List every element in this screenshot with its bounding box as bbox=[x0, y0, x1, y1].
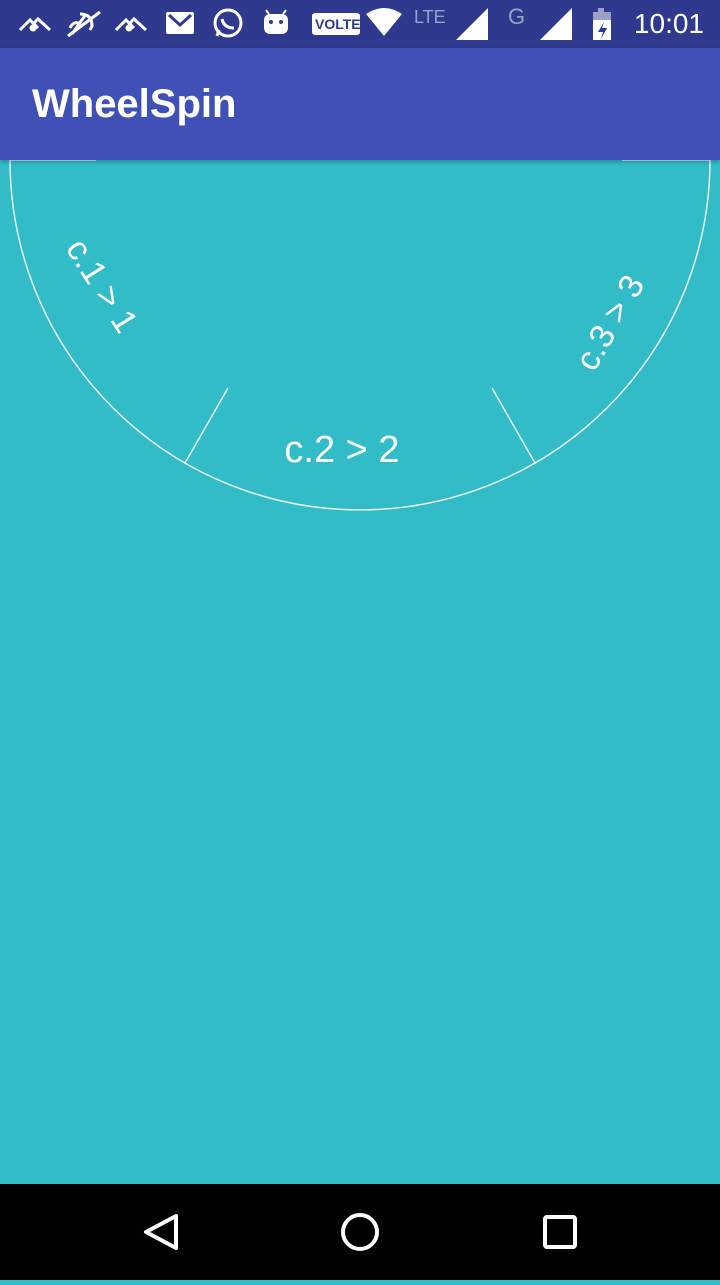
wifi-icon bbox=[366, 8, 402, 36]
no-location-icon bbox=[67, 10, 101, 38]
mountain-icon bbox=[18, 16, 52, 32]
spin-wheel[interactable]: c.1 > 1 c.2 > 2 c.3 > 3 bbox=[0, 160, 720, 1184]
recents-icon bbox=[543, 1215, 577, 1249]
gmail-icon bbox=[166, 12, 194, 34]
status-bar: VOLTE LTE G 10:01 bbox=[0, 0, 720, 48]
lte-signal-icon bbox=[456, 8, 488, 40]
whatsapp-icon bbox=[213, 8, 243, 38]
android-icon bbox=[264, 9, 288, 34]
home-icon bbox=[341, 1213, 379, 1251]
navigation-bar bbox=[0, 1184, 720, 1280]
volte-label: VOLTE bbox=[315, 16, 361, 32]
wheel-divider-left bbox=[184, 387, 229, 464]
mountain-icon bbox=[114, 16, 148, 32]
back-button[interactable] bbox=[100, 1184, 220, 1280]
main-content: c.1 > 1 c.2 > 2 c.3 > 3 bbox=[0, 160, 720, 1184]
lte-label: LTE bbox=[414, 7, 446, 27]
g-signal-icon bbox=[540, 8, 572, 40]
wheel-segment-label[interactable]: c.2 > 2 bbox=[284, 429, 399, 471]
battery-charging-icon bbox=[593, 8, 611, 40]
app-title: WheelSpin bbox=[32, 82, 237, 126]
wheel-segment-label[interactable]: c.1 > 1 bbox=[58, 232, 145, 339]
recents-button[interactable] bbox=[500, 1184, 620, 1280]
app-bar: WheelSpin bbox=[0, 48, 720, 160]
g-label: G bbox=[508, 4, 526, 29]
back-icon bbox=[144, 1214, 178, 1250]
wheel-divider-right bbox=[491, 387, 536, 464]
home-button[interactable] bbox=[300, 1184, 420, 1280]
status-time: 10:01 bbox=[633, 8, 704, 39]
wheel-segment-label[interactable]: c.3 > 3 bbox=[568, 269, 652, 377]
